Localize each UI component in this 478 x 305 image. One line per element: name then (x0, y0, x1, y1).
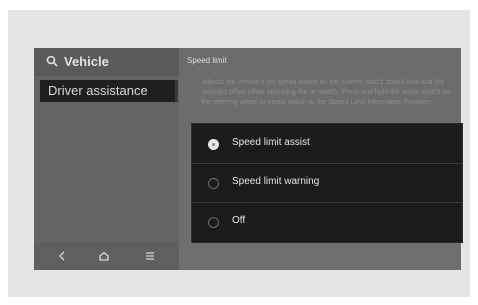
back-icon[interactable] (54, 248, 70, 264)
option-speed-limit-assist[interactable]: Speed limit assist (192, 124, 462, 164)
detail-description: Adjusts the vehicle's set speed based on… (201, 79, 451, 106)
detail-title: Speed limit (187, 56, 227, 65)
option-speed-limit-warning[interactable]: Speed limit warning (192, 163, 462, 203)
option-label: Off (232, 215, 246, 226)
option-off[interactable]: Off (192, 202, 462, 241)
menu-icon[interactable] (142, 248, 158, 264)
home-icon[interactable] (96, 248, 112, 264)
option-label: Speed limit assist (232, 137, 310, 148)
sidebar-item-driver-assistance[interactable]: Driver assistance (40, 80, 178, 102)
option-label: Speed limit warning (232, 176, 320, 187)
page-title: Vehicle (64, 54, 109, 69)
bottom-nav-bar (34, 242, 179, 270)
radio-unselected-icon[interactable] (208, 217, 219, 228)
sidebar-header: Vehicle (34, 48, 179, 76)
radio-selected-icon[interactable] (208, 139, 219, 150)
sidebar-item-label: Driver assistance (48, 83, 148, 98)
speed-limit-options-popup: Speed limit assist Speed limit warning O… (191, 123, 463, 243)
sidebar: Vehicle Driver assistance (34, 48, 179, 270)
search-icon[interactable] (46, 55, 58, 67)
radio-unselected-icon[interactable] (208, 178, 219, 189)
